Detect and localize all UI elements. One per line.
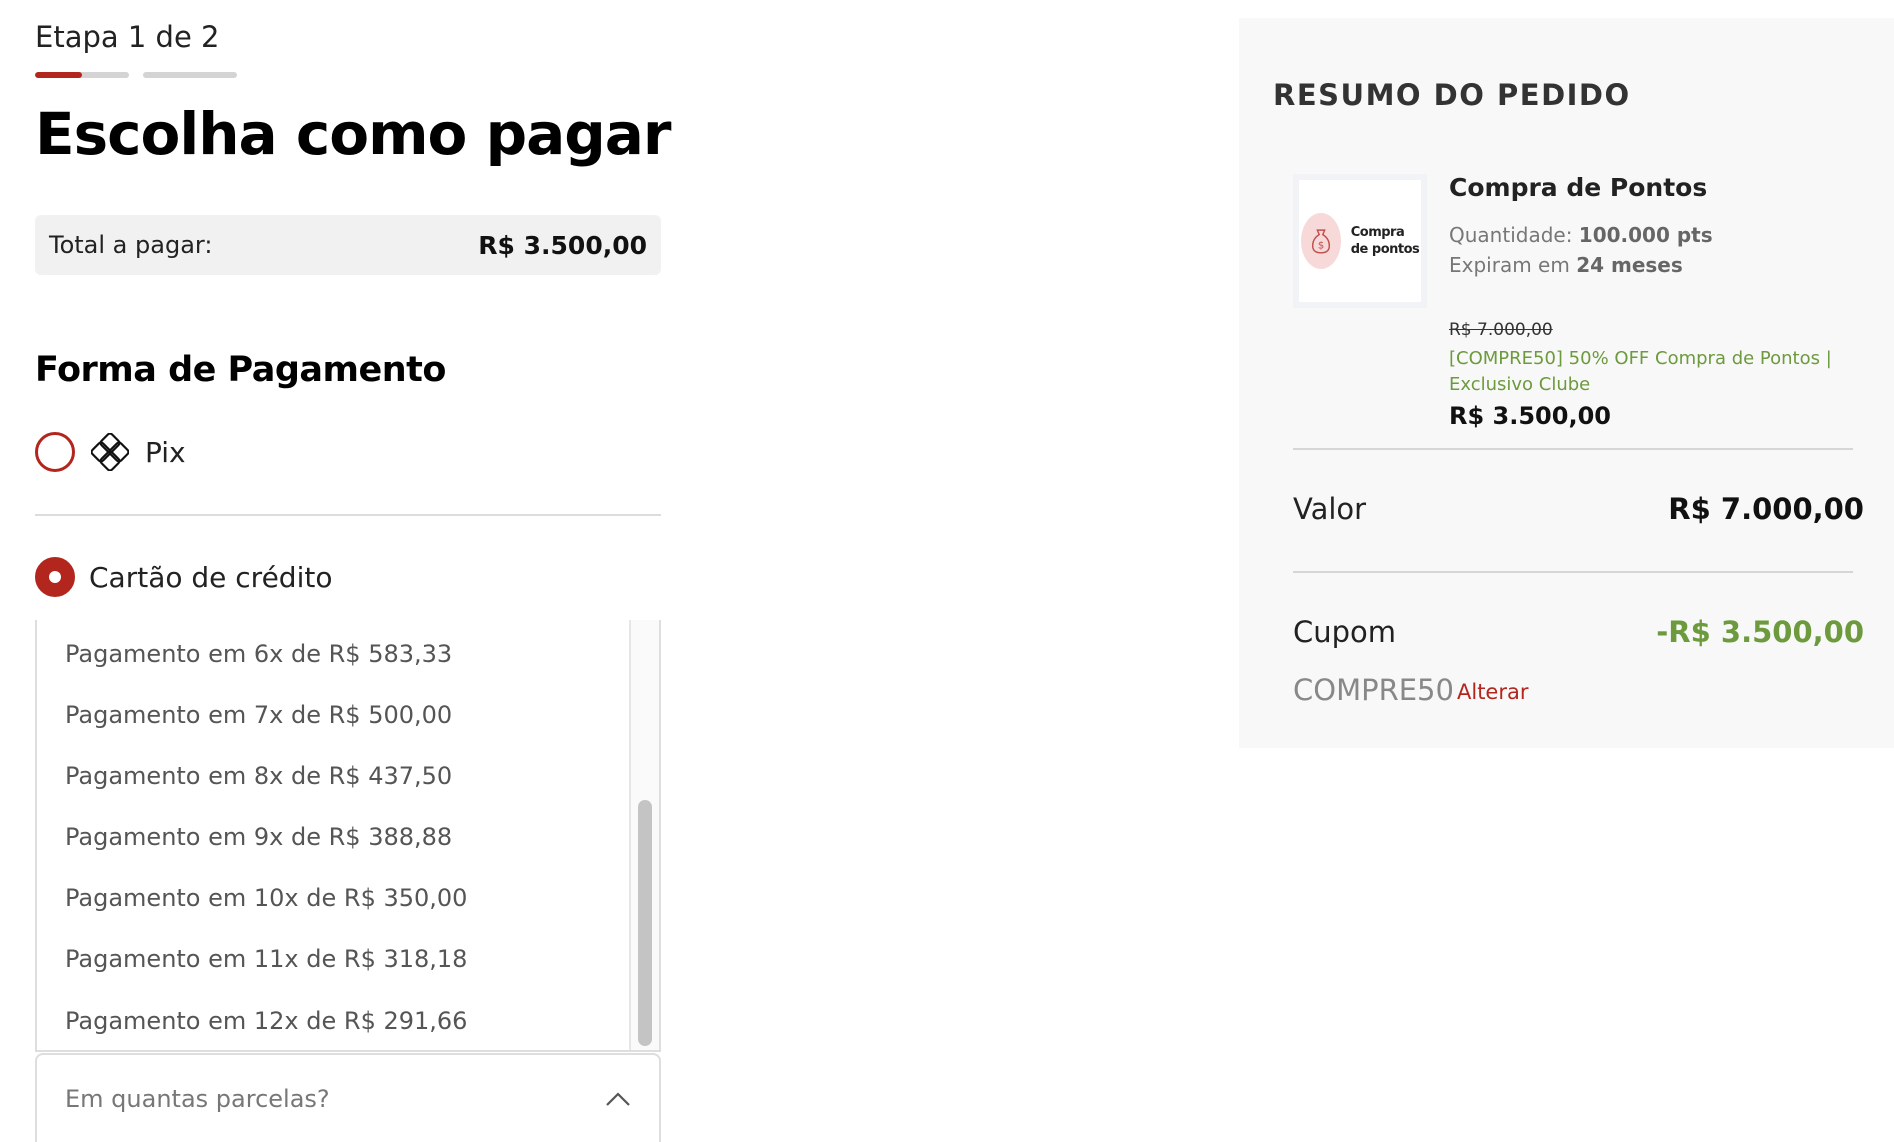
product-thumbnail: $ Compra de pontos	[1293, 174, 1427, 308]
product-name: Compra de Pontos	[1449, 173, 1708, 202]
product-quantity: Quantidade: 100.000 pts	[1449, 223, 1713, 247]
step-progress	[35, 72, 237, 78]
installment-option[interactable]: Pagamento em 10x de R$ 350,00	[65, 884, 467, 912]
quantity-label: Quantidade:	[1449, 223, 1579, 247]
step-bar-1	[35, 72, 129, 78]
total-box: Total a pagar: R$ 3.500,00	[35, 215, 661, 275]
thumbnail-caption: Compra de pontos	[1351, 224, 1420, 258]
order-summary: RESUMO DO PEDIDO $ Compra de pontos Comp…	[1239, 18, 1894, 748]
pix-icon	[90, 432, 130, 472]
installment-option[interactable]: Pagamento em 9x de R$ 388,88	[65, 823, 452, 851]
step-label: Etapa 1 de 2	[35, 20, 220, 54]
thumbnail-caption-line1: Compra	[1350, 225, 1405, 240]
summary-divider	[1293, 571, 1853, 573]
installments-select[interactable]: Em quantas parcelas?	[35, 1053, 661, 1142]
change-coupon-link[interactable]: Alterar	[1457, 680, 1529, 704]
thumbnail-caption-line2: de pontos	[1350, 242, 1420, 257]
payment-option-pix[interactable]: Pix	[35, 432, 186, 472]
product-price: R$ 3.500,00	[1449, 402, 1611, 430]
installment-option[interactable]: Pagamento em 6x de R$ 583,33	[65, 640, 452, 668]
product-old-price: R$ 7.000,00	[1449, 320, 1553, 340]
expiry-label: Expiram em	[1449, 253, 1577, 277]
page-title: Escolha como pagar	[35, 100, 671, 168]
credit-card-label: Cartão de crédito	[89, 560, 333, 594]
quantity-value: 100.000 pts	[1578, 223, 1713, 247]
installment-option[interactable]: Pagamento em 12x de R$ 291,66	[65, 1007, 467, 1035]
summary-title: RESUMO DO PEDIDO	[1273, 78, 1631, 112]
installments-list[interactable]: Pagamento em 6x de R$ 583,33 Pagamento e…	[35, 620, 661, 1052]
step-bar-2	[143, 72, 237, 78]
product-promo: [COMPRE50] 50% OFF Compra de Pontos | Ex…	[1449, 348, 1832, 395]
installment-option[interactable]: Pagamento em 7x de R$ 500,00	[65, 701, 452, 729]
expiry-value: 24 meses	[1576, 253, 1683, 277]
installments-placeholder: Em quantas parcelas?	[65, 1084, 330, 1113]
svg-text:$: $	[1318, 240, 1324, 251]
pix-radio[interactable]	[35, 432, 75, 472]
installments-scroll-thumb[interactable]	[638, 800, 652, 1046]
value-amount: R$ 7.000,00	[1668, 492, 1864, 526]
total-label: Total a pagar:	[49, 231, 213, 259]
credit-card-radio[interactable]	[35, 557, 75, 597]
payment-section-title: Forma de Pagamento	[35, 350, 446, 390]
installments-scrollbar[interactable]	[629, 620, 659, 1050]
coupon-label: Cupom	[1293, 615, 1397, 649]
value-label: Valor	[1293, 492, 1367, 526]
coupon-amount: -R$ 3.500,00	[1656, 615, 1864, 649]
installment-option[interactable]: Pagamento em 8x de R$ 437,50	[65, 762, 452, 790]
step-bar-1-fill	[35, 72, 82, 78]
installment-option[interactable]: Pagamento em 11x de R$ 318,18	[65, 945, 467, 973]
chevron-up-icon[interactable]	[605, 1091, 631, 1107]
summary-divider	[1293, 448, 1853, 450]
money-bag-icon: $	[1300, 213, 1341, 269]
product-expiry: Expiram em 24 meses	[1449, 253, 1683, 277]
coupon-code: COMPRE50	[1293, 673, 1454, 707]
total-value: R$ 3.500,00	[478, 230, 647, 260]
pix-label: Pix	[145, 435, 186, 469]
payment-option-credit-card[interactable]: Cartão de crédito	[35, 557, 332, 597]
payment-divider	[35, 514, 661, 516]
